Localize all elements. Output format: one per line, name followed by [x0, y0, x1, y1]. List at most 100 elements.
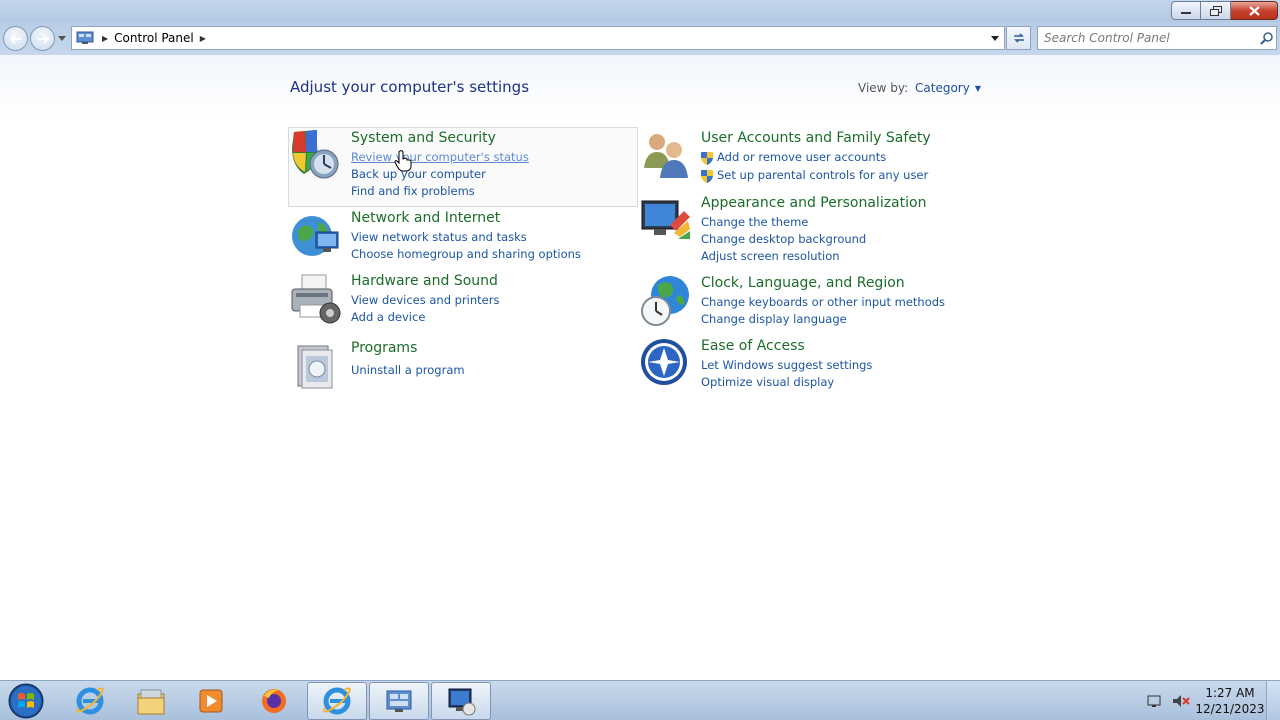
taskbar-control-panel[interactable]	[369, 682, 429, 720]
parental-controls-link[interactable]: Set up parental controls for any user	[717, 168, 928, 182]
address-dropdown-button[interactable]	[986, 27, 1004, 49]
control-panel-icon	[76, 30, 96, 46]
category-programs[interactable]: Programs Uninstall a program	[290, 340, 630, 392]
category-title[interactable]: System and Security	[351, 130, 496, 146]
change-keyboards-link[interactable]: Change keyboards or other input methods	[701, 295, 945, 309]
find-and-fix-problems-link[interactable]: Find and fix problems	[351, 184, 475, 198]
taskbar-file-explorer[interactable]	[121, 682, 181, 720]
printer-icon	[291, 274, 341, 324]
file-explorer-icon	[137, 689, 165, 715]
title-bar	[0, 0, 1280, 22]
close-button[interactable]	[1231, 1, 1278, 20]
recent-pages-button[interactable]	[58, 34, 66, 42]
chevron-down-icon	[58, 35, 66, 41]
view-by-value: Category	[915, 81, 970, 95]
uninstall-program-link[interactable]: Uninstall a program	[351, 363, 465, 377]
shield-icon	[292, 130, 339, 179]
category-title[interactable]: Programs	[351, 340, 417, 356]
internet-explorer-icon	[76, 687, 104, 715]
category-user-accounts[interactable]: User Accounts and Family Safety Add or r…	[640, 130, 980, 184]
firefox-icon	[262, 689, 286, 713]
search-input[interactable]	[1044, 28, 1256, 48]
forward-arrow-icon	[37, 33, 49, 44]
navigation-bar: ▶ Control Panel ▶	[0, 22, 1280, 55]
taskbar-remote-desktop[interactable]	[431, 682, 491, 720]
category-network-and-internet[interactable]: Network and Internet View network status…	[290, 210, 630, 264]
ease-of-access-icon	[641, 339, 687, 385]
uac-shield-icon	[701, 152, 713, 165]
add-remove-user-accounts-link[interactable]: Add or remove user accounts	[717, 150, 886, 164]
close-icon	[1248, 5, 1260, 16]
address-bar[interactable]: ▶ Control Panel ▶	[71, 26, 1005, 50]
control-panel-content: Adjust your computer's settings View by:…	[0, 55, 1280, 680]
breadcrumb-separator-icon[interactable]: ▶	[200, 34, 206, 43]
chevron-down-icon	[991, 35, 999, 41]
chevron-down-icon: ▼	[974, 83, 981, 93]
uac-shield-icon	[701, 170, 713, 183]
change-desktop-background-link[interactable]: Change desktop background	[701, 232, 866, 246]
hand-cursor-icon	[394, 150, 412, 172]
category-title[interactable]: Hardware and Sound	[351, 273, 498, 289]
view-network-status-link[interactable]: View network status and tasks	[351, 230, 527, 244]
change-theme-link[interactable]: Change the theme	[701, 215, 808, 229]
back-arrow-icon	[9, 33, 21, 44]
search-icon	[1259, 31, 1273, 45]
optimize-visual-display-link[interactable]: Optimize visual display	[701, 375, 834, 389]
view-devices-printers-link[interactable]: View devices and printers	[351, 293, 499, 307]
let-windows-suggest-settings-link[interactable]: Let Windows suggest settings	[701, 358, 872, 372]
change-display-language-link[interactable]: Change display language	[701, 312, 847, 326]
review-computer-status-link[interactable]: Review your computer's status	[351, 150, 529, 164]
forward-button[interactable]	[30, 26, 55, 51]
refresh-button[interactable]	[1006, 26, 1031, 50]
view-by-label: View by:	[858, 81, 909, 95]
programs-icon	[297, 345, 333, 389]
category-title[interactable]: Appearance and Personalization	[701, 195, 926, 211]
add-device-link[interactable]: Add a device	[351, 310, 425, 324]
media-player-icon	[199, 689, 223, 713]
restore-button[interactable]	[1201, 1, 1231, 20]
category-appearance[interactable]: Appearance and Personalization Change th…	[640, 195, 980, 267]
taskbar-firefox[interactable]	[244, 682, 304, 720]
homegroup-sharing-link[interactable]: Choose homegroup and sharing options	[351, 247, 581, 261]
breadcrumb-separator-icon[interactable]: ▶	[102, 34, 108, 43]
network-globe-icon	[292, 216, 339, 256]
refresh-icon	[1013, 33, 1024, 43]
window-controls	[1171, 1, 1278, 20]
adjust-screen-resolution-link[interactable]: Adjust screen resolution	[701, 249, 840, 263]
category-title[interactable]: User Accounts and Family Safety	[701, 130, 931, 146]
restore-icon	[1209, 5, 1222, 16]
category-title[interactable]: Ease of Access	[701, 338, 805, 354]
category-system-and-security[interactable]: System and Security Review your computer…	[290, 130, 630, 202]
category-title[interactable]: Clock, Language, and Region	[701, 275, 905, 291]
search-button[interactable]	[1256, 28, 1276, 48]
clock-time: 1:27 AM	[1205, 686, 1255, 700]
clock-date: 12/21/2023	[1195, 702, 1265, 716]
breadcrumb-control-panel[interactable]: Control Panel	[114, 31, 194, 45]
page-title: Adjust your computer's settings	[290, 78, 530, 96]
start-orb-icon	[8, 683, 44, 719]
volume-muted-icon[interactable]	[1172, 693, 1190, 709]
search-box[interactable]	[1037, 26, 1277, 50]
category-ease-of-access[interactable]: Ease of Access Let Windows suggest setti…	[640, 338, 980, 392]
taskbar: 1:27 AM 12/21/2023	[0, 680, 1280, 720]
category-title[interactable]: Network and Internet	[351, 210, 500, 226]
category-clock-language-region[interactable]: Clock, Language, and Region Change keybo…	[640, 275, 980, 329]
taskbar-internet-explorer[interactable]	[60, 682, 120, 720]
taskbar-media-player[interactable]	[181, 682, 241, 720]
taskbar-internet-explorer-running[interactable]	[307, 682, 367, 720]
taskbar-clock[interactable]: 1:27 AM 12/21/2023	[1190, 685, 1270, 717]
view-by-dropdown[interactable]: Category ▼	[915, 81, 981, 95]
start-button[interactable]	[4, 682, 48, 720]
remote-desktop-icon	[448, 688, 476, 716]
internet-explorer-icon	[323, 687, 351, 715]
show-desktop-button[interactable]	[1266, 681, 1280, 720]
back-up-computer-link[interactable]: Back up your computer	[351, 167, 486, 181]
minimize-icon	[1181, 11, 1191, 14]
users-icon	[644, 134, 688, 178]
minimize-button[interactable]	[1171, 1, 1201, 20]
monitor-palette-icon	[641, 200, 690, 239]
category-hardware-and-sound[interactable]: Hardware and Sound View devices and prin…	[290, 273, 630, 327]
action-center-flag-icon[interactable]	[1146, 693, 1162, 709]
back-button[interactable]	[3, 26, 28, 51]
system-tray	[1140, 681, 1190, 720]
